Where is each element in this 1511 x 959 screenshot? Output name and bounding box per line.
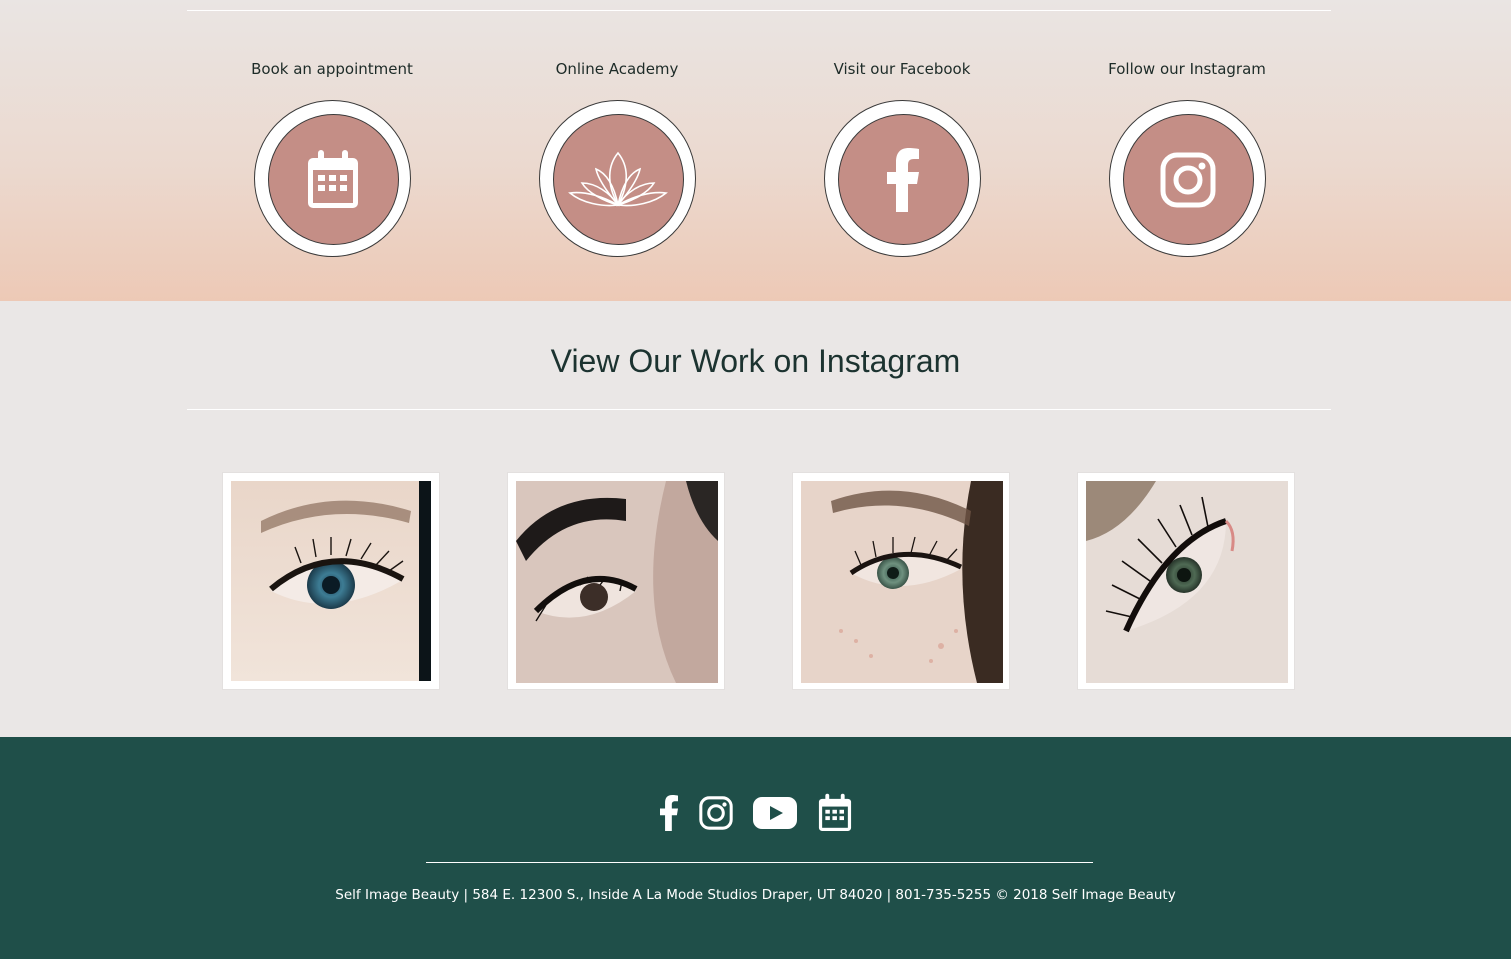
footer-youtube-link[interactable]: [752, 793, 797, 833]
instagram-icon: [1160, 152, 1216, 207]
lotus-icon: [568, 151, 668, 207]
link-circle[interactable]: [253, 100, 411, 257]
link-circle[interactable]: [1108, 100, 1266, 257]
instagram-photo[interactable]: [222, 472, 440, 690]
lash-extension-photo: [801, 481, 1003, 683]
instagram-photo[interactable]: [792, 472, 1010, 690]
footer-facebook-link[interactable]: [659, 793, 679, 833]
link-circle[interactable]: [538, 100, 696, 257]
book-appointment-link[interactable]: Book an appointment: [222, 58, 442, 257]
instagram-link[interactable]: Follow our Instagram: [1077, 58, 1297, 257]
facebook-icon: [887, 147, 919, 212]
calendar-icon: [308, 149, 358, 208]
link-label: Online Academy: [555, 60, 679, 78]
instagram-icon: [698, 796, 733, 830]
footer-divider: [426, 862, 1093, 863]
footer-instagram-link[interactable]: [698, 793, 733, 833]
divider: [187, 409, 1331, 410]
footer-contact-text: Self Image Beauty | 584 E. 12300 S., Ins…: [335, 887, 1176, 903]
quick-links-section: Book an appointment Online Academy Visit…: [0, 0, 1511, 301]
divider: [187, 10, 1331, 11]
link-label: Follow our Instagram: [1108, 60, 1266, 78]
facebook-icon: [659, 795, 678, 831]
eye-lash-photo: [231, 481, 431, 681]
instagram-photo[interactable]: [1077, 472, 1295, 690]
gallery-title: View Our Work on Instagram: [550, 343, 961, 379]
link-label: Visit our Facebook: [833, 60, 971, 78]
brow-lash-photo: [516, 481, 718, 683]
youtube-icon: [752, 797, 797, 829]
link-circle[interactable]: [823, 100, 981, 257]
calendar-icon: [818, 793, 851, 831]
facebook-link[interactable]: Visit our Facebook: [792, 58, 1012, 257]
volume-lash-photo: [1086, 481, 1288, 683]
online-academy-link[interactable]: Online Academy: [507, 58, 727, 257]
link-label: Book an appointment: [251, 60, 413, 78]
footer-calendar-link[interactable]: [817, 793, 853, 833]
instagram-photo[interactable]: [507, 472, 725, 690]
footer: Self Image Beauty | 584 E. 12300 S., Ins…: [0, 737, 1511, 959]
footer-social-links: [0, 793, 1511, 833]
